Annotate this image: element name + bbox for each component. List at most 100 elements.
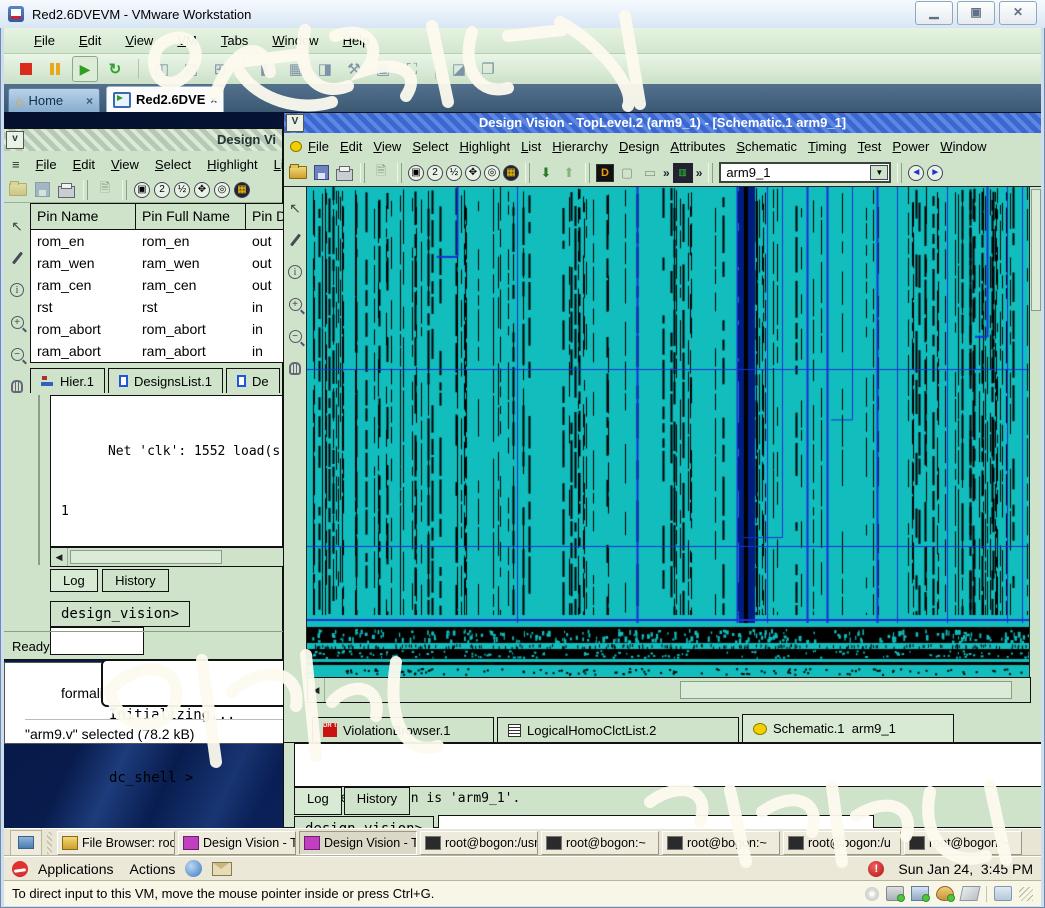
tab-schematic1-arm9-1[interactable]: Schematic.1 arm9_1 — [742, 714, 954, 742]
cdrom-device-icon[interactable] — [865, 887, 879, 901]
properties-icon[interactable]: 🗎 — [371, 163, 391, 183]
menu-view[interactable]: View — [125, 33, 153, 48]
dvf-menu-window[interactable]: Window — [940, 139, 986, 154]
prompt-label[interactable]: design_vision> — [50, 601, 190, 627]
dvf-menu-test[interactable]: Test — [858, 139, 882, 154]
menu-window[interactable]: Window — [272, 33, 318, 48]
print-icon[interactable] — [56, 180, 76, 200]
forward-icon[interactable]: ► — [927, 165, 943, 181]
task-terminal-5[interactable]: root@bogon:~ — [904, 831, 1022, 855]
tab-home[interactable]: ⌂ Home × — [8, 88, 100, 112]
design-vision-schematic-window[interactable]: V Design Vision - TopLevel.2 (arm9_1) - … — [283, 112, 1041, 828]
panel-handle[interactable] — [47, 832, 52, 854]
dc-shell-popup[interactable]: Initializing... dc_shell > — [101, 659, 305, 707]
mail-launcher-icon[interactable] — [212, 862, 232, 876]
zoom-out-icon[interactable]: − — [8, 345, 26, 363]
scrollbar-thumb[interactable] — [680, 681, 1012, 700]
col-pin-name[interactable]: Pin Name — [31, 204, 136, 229]
scroll-left-icon[interactable]: ◀ — [51, 548, 68, 566]
window-menu-icon[interactable]: v — [6, 131, 24, 149]
browser-launcher-icon[interactable] — [185, 860, 202, 877]
save-icon[interactable] — [32, 180, 52, 200]
menu-vm[interactable]: VM — [177, 33, 197, 48]
design-select-combobox[interactable]: arm9_1 ▼ — [719, 162, 891, 183]
menu-help[interactable]: Help — [343, 33, 370, 48]
command-input[interactable] — [438, 815, 874, 829]
library-button[interactable]: ❐ — [476, 57, 500, 81]
dvf-menu-schematic[interactable]: Schematic — [736, 139, 797, 154]
task-terminal-2[interactable]: root@bogon:~ — [541, 831, 659, 855]
task-design-vision-1[interactable]: Design Vision - T — [178, 831, 296, 855]
print-icon[interactable] — [334, 163, 354, 183]
pan-icon[interactable]: ✥ — [465, 165, 481, 181]
tab-log[interactable]: Log — [50, 569, 98, 592]
tab-vm-close-icon[interactable]: × — [210, 93, 217, 107]
menu-file[interactable]: File — [34, 33, 55, 48]
redhat-menu-icon[interactable] — [12, 861, 28, 877]
alert-notification-icon[interactable]: ! — [868, 861, 884, 877]
fullscreen-button[interactable]: ⛶ — [400, 57, 424, 81]
task-terminal-4[interactable]: root@bogon:/u — [783, 831, 901, 855]
hand-icon[interactable] — [286, 359, 304, 377]
zoom-fit-icon[interactable]: ▣ — [134, 182, 150, 198]
snapshot-button[interactable]: ◫ — [150, 57, 174, 81]
menu-edit[interactable]: Edit — [79, 33, 101, 48]
scrollbar-thumb[interactable] — [70, 550, 222, 565]
tab-logicalhomoclctlist2[interactable]: LogicalHomoClctList.2 — [497, 717, 739, 742]
task-terminal-1[interactable]: root@bogon:/usr — [420, 831, 538, 855]
message-log-icon[interactable] — [994, 886, 1012, 901]
zoom-half-icon[interactable]: ½ — [174, 182, 190, 198]
display-device-icon[interactable] — [959, 886, 980, 901]
select-cursor-icon[interactable]: ↖ — [8, 217, 26, 235]
zoom-sel-icon[interactable]: ◎ — [214, 182, 230, 198]
power-off-button[interactable] — [14, 57, 38, 81]
tab-home-close-icon[interactable]: × — [86, 94, 93, 108]
col-pin-dir[interactable]: Pin Dir — [246, 204, 284, 229]
zoom-fit-icon[interactable]: ▣ — [408, 165, 424, 181]
dvf-menu-list[interactable]: List — [521, 139, 541, 154]
capture-button[interactable]: ▣ — [371, 57, 395, 81]
zoom-in-icon[interactable]: + — [8, 313, 26, 331]
zoom-in-icon[interactable]: + — [286, 295, 304, 313]
properties-icon[interactable]: 🗎 — [95, 180, 115, 200]
actions-menu[interactable]: Actions — [130, 861, 176, 877]
info-icon[interactable]: i — [8, 281, 26, 299]
clock[interactable]: Sun Jan 24, 3:45 PM — [898, 861, 1033, 877]
save-icon[interactable] — [311, 163, 331, 183]
dvf-menu-design[interactable]: Design — [619, 139, 659, 154]
open-icon[interactable] — [8, 180, 28, 200]
toolbar-overflow-chevron[interactable]: » — [696, 166, 703, 180]
path-view-icon[interactable]: ▭ — [640, 163, 660, 183]
thumbnail-bar-button[interactable]: ◪ — [447, 57, 471, 81]
tab-hier1[interactable]: Hier.1 — [30, 368, 105, 393]
tab-history[interactable]: History — [344, 787, 410, 815]
dvf-menu-highlight[interactable]: Highlight — [459, 139, 510, 154]
down-level-icon[interactable]: ⬇ — [536, 163, 556, 183]
color-grid-icon[interactable]: ▦ — [503, 165, 519, 181]
network-device-icon[interactable] — [911, 886, 929, 901]
pencil-icon[interactable] — [8, 249, 26, 267]
dvf-menu-select[interactable]: Select — [412, 139, 448, 154]
pin-table[interactable]: Pin Name Pin Full Name Pin Dir rom_enrom… — [30, 203, 285, 363]
console-view-button[interactable]: ▦ — [284, 57, 308, 81]
design-vision-main-window[interactable]: v Design Vi ≡ File Edit View Select High… — [4, 128, 283, 660]
tab-log[interactable]: Log — [294, 787, 342, 815]
sound-device-icon[interactable] — [936, 886, 954, 901]
dv-front-titlebar[interactable]: V Design Vision - TopLevel.2 (arm9_1) - … — [284, 113, 1041, 133]
dvf-menu-timing[interactable]: Timing — [808, 139, 847, 154]
vm-display[interactable]: v Design Vi ≡ File Edit View Select High… — [4, 112, 1041, 880]
suspend-button[interactable] — [43, 57, 67, 81]
scrollbar-thumb[interactable] — [1031, 189, 1041, 311]
timing-report-icon[interactable]: ▥ — [673, 163, 693, 183]
dvf-menu-file[interactable]: File — [308, 139, 329, 154]
schematic-canvas[interactable] — [307, 187, 1029, 677]
chevron-down-icon[interactable]: ▼ — [870, 165, 888, 180]
dv-left-log[interactable]: Net 'clk': 1552 load(s 1 Current design … — [50, 395, 283, 547]
table-row[interactable]: ram_cenram_cenout — [31, 274, 284, 296]
zoom-sel-icon[interactable]: ◎ — [484, 165, 500, 181]
scroll-left-icon[interactable]: ◀ — [308, 678, 325, 702]
dvf-menu-hierarchy[interactable]: Hierarchy — [552, 139, 608, 154]
dv-front-log[interactable]: Current design is 'arm9_1'. design_visio… — [294, 743, 1041, 787]
dvf-menu-edit[interactable]: Edit — [340, 139, 362, 154]
dvf-menu-view[interactable]: View — [373, 139, 401, 154]
